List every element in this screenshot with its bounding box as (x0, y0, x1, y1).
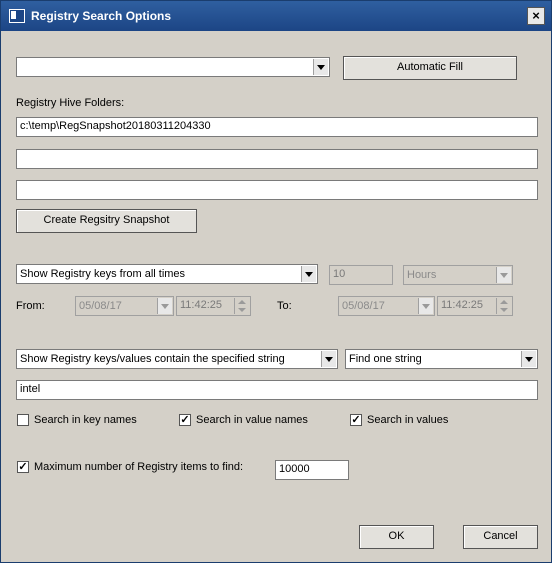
time-amount-field[interactable]: 10 (329, 265, 393, 285)
string-filter-combo[interactable]: Show Registry keys/values contain the sp… (16, 349, 338, 369)
from-time-field[interactable]: 11:42:25 (176, 296, 251, 316)
hive-folder-field-3[interactable] (16, 180, 538, 200)
ok-label: OK (388, 530, 405, 542)
time-unit-combo[interactable]: Hours (403, 265, 513, 285)
chevron-down-icon[interactable] (157, 298, 172, 314)
to-time-value: 11:42:25 (441, 299, 484, 311)
find-mode-combo[interactable]: Find one string (345, 349, 538, 369)
hive-folder-field-1[interactable]: c:\temp\RegSnapshot20180311204330 (16, 117, 538, 137)
chevron-down-icon[interactable] (521, 351, 536, 367)
automatic-fill-label: Automatic Fill (396, 61, 464, 73)
from-date-picker[interactable]: 05/08/17 (75, 296, 174, 316)
max-items-label: Maximum number of Registry items to find… (34, 461, 244, 473)
search-value-names-label: Search in value names (196, 414, 308, 426)
chevron-down-icon[interactable] (496, 267, 511, 283)
hive-folder-field-2[interactable] (16, 149, 538, 169)
cancel-button[interactable]: Cancel (463, 525, 538, 549)
search-key-names-checkbox[interactable] (17, 414, 29, 426)
close-button[interactable]: × (527, 7, 545, 25)
time-filter-value: Show Registry keys from all times (20, 268, 186, 280)
to-date-picker[interactable]: 05/08/17 (338, 296, 435, 316)
search-values-checkbox[interactable]: ✓ (350, 414, 362, 426)
title-bar[interactable]: Registry Search Options × (1, 1, 551, 31)
automatic-fill-button[interactable]: Automatic Fill (343, 56, 517, 80)
to-label: To: (277, 300, 292, 312)
string-filter-value: Show Registry keys/values contain the sp… (20, 353, 285, 365)
find-mode-value: Find one string (349, 353, 422, 365)
chevron-down-icon[interactable] (301, 266, 316, 282)
to-date-value: 05/08/17 (342, 300, 385, 312)
spinner-icon[interactable] (496, 298, 511, 314)
window-title: Registry Search Options (31, 9, 172, 23)
spinner-icon[interactable] (234, 298, 249, 314)
chevron-down-icon[interactable] (418, 298, 433, 314)
search-value-names-checkbox[interactable]: ✓ (179, 414, 191, 426)
chevron-down-icon[interactable] (313, 59, 328, 75)
create-registry-snapshot-button[interactable]: Create Regsitry Snapshot (16, 209, 197, 233)
window-icon (9, 9, 25, 23)
profile-combo[interactable] (16, 57, 330, 77)
from-label: From: (16, 300, 45, 312)
hive-folders-label: Registry Hive Folders: (16, 97, 125, 109)
to-time-field[interactable]: 11:42:25 (437, 296, 513, 316)
time-filter-combo[interactable]: Show Registry keys from all times (16, 264, 318, 284)
dialog-body: Automatic Fill Registry Hive Folders: c:… (4, 31, 548, 559)
search-values-label: Search in values (367, 414, 449, 426)
search-string-field[interactable]: intel (16, 380, 538, 400)
cancel-label: Cancel (483, 530, 518, 542)
ok-button[interactable]: OK (359, 525, 434, 549)
create-snapshot-label: Create Regsitry Snapshot (43, 214, 170, 226)
search-key-names-label: Search in key names (34, 414, 137, 426)
max-items-field[interactable]: 10000 (275, 460, 349, 480)
chevron-down-icon[interactable] (321, 351, 336, 367)
registry-search-options-dialog: Registry Search Options × Automatic Fill… (0, 0, 552, 563)
max-items-checkbox[interactable]: ✓ (17, 461, 29, 473)
from-date-value: 05/08/17 (79, 300, 122, 312)
time-unit-value: Hours (407, 269, 437, 281)
from-time-value: 11:42:25 (180, 299, 223, 311)
